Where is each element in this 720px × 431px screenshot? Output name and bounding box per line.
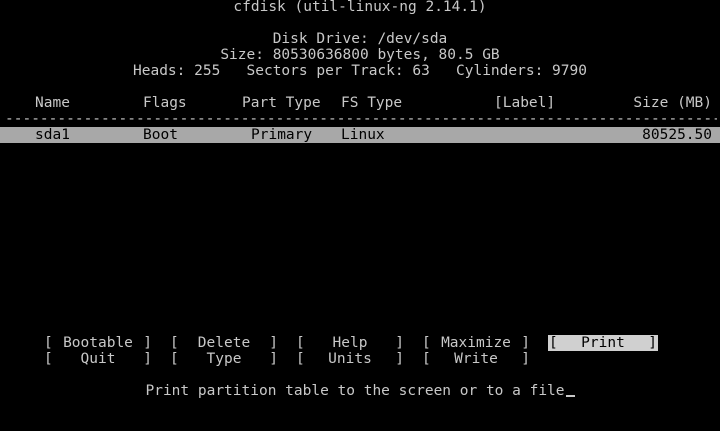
help-button[interactable]: [ Help ] <box>296 335 404 351</box>
maximize-button[interactable]: [ Maximize ] <box>422 335 530 351</box>
row-fs-type: Linux <box>341 127 385 143</box>
print-label: Print <box>581 335 625 351</box>
table-row[interactable]: sda1 Boot Primary Linux 80525.50 <box>0 127 720 143</box>
bracket-close: ] <box>521 351 530 367</box>
write-button[interactable]: [ Write ] <box>422 351 530 367</box>
units-label: Units <box>328 351 372 367</box>
delete-label: Delete <box>197 335 251 351</box>
print-button[interactable]: [ Print ] <box>548 335 658 351</box>
table-separator: ----------------------------------------… <box>5 111 717 127</box>
units-button[interactable]: [ Units ] <box>296 351 404 367</box>
write-label: Write <box>454 351 498 367</box>
bracket-close: ] <box>395 351 404 367</box>
column-header-size: Size (MB) <box>633 95 712 111</box>
disk-size-label: Size: 80530636800 bytes, 80.5 GB <box>220 47 500 63</box>
status-line: Print partition table to the screen or t… <box>0 383 720 399</box>
column-header-label: [Label] <box>494 95 556 111</box>
disk-drive-label: Disk Drive: /dev/sda <box>272 31 448 47</box>
bracket-close: ] <box>143 351 152 367</box>
column-header-fs-type: FS Type <box>341 95 403 111</box>
row-size: 80525.50 <box>642 127 712 143</box>
type-button[interactable]: [ Type ] <box>170 351 278 367</box>
disk-geometry-label: Heads: 255 Sectors per Track: 63 Cylinde… <box>133 63 587 79</box>
quit-label: Quit <box>80 351 116 367</box>
column-header-name: Name <box>35 95 70 111</box>
bracket-close: ] <box>269 351 278 367</box>
delete-button[interactable]: [ Delete ] <box>170 335 278 351</box>
text-cursor <box>565 395 575 397</box>
bracket-close: ] <box>269 335 278 351</box>
help-label: Help <box>332 335 368 351</box>
row-flags: Boot <box>143 127 178 143</box>
column-header-flags: Flags <box>143 95 187 111</box>
bootable-button[interactable]: [ Bootable ] <box>44 335 152 351</box>
column-header-part-type: Part Type <box>242 95 321 111</box>
maximize-label: Maximize <box>441 335 511 351</box>
bootable-label: Bootable <box>63 335 133 351</box>
status-message: Print partition table to the screen or t… <box>145 383 565 399</box>
app-title: cfdisk (util-linux-ng 2.14.1) <box>233 0 487 15</box>
row-part-type: Primary <box>251 127 313 143</box>
type-label: Type <box>206 351 242 367</box>
bracket-close: ] <box>521 335 530 351</box>
bracket-close: ] <box>648 335 657 351</box>
bracket-close: ] <box>143 335 152 351</box>
quit-button[interactable]: [ Quit ] <box>44 351 152 367</box>
row-name: sda1 <box>35 127 70 143</box>
bracket-close: ] <box>395 335 404 351</box>
